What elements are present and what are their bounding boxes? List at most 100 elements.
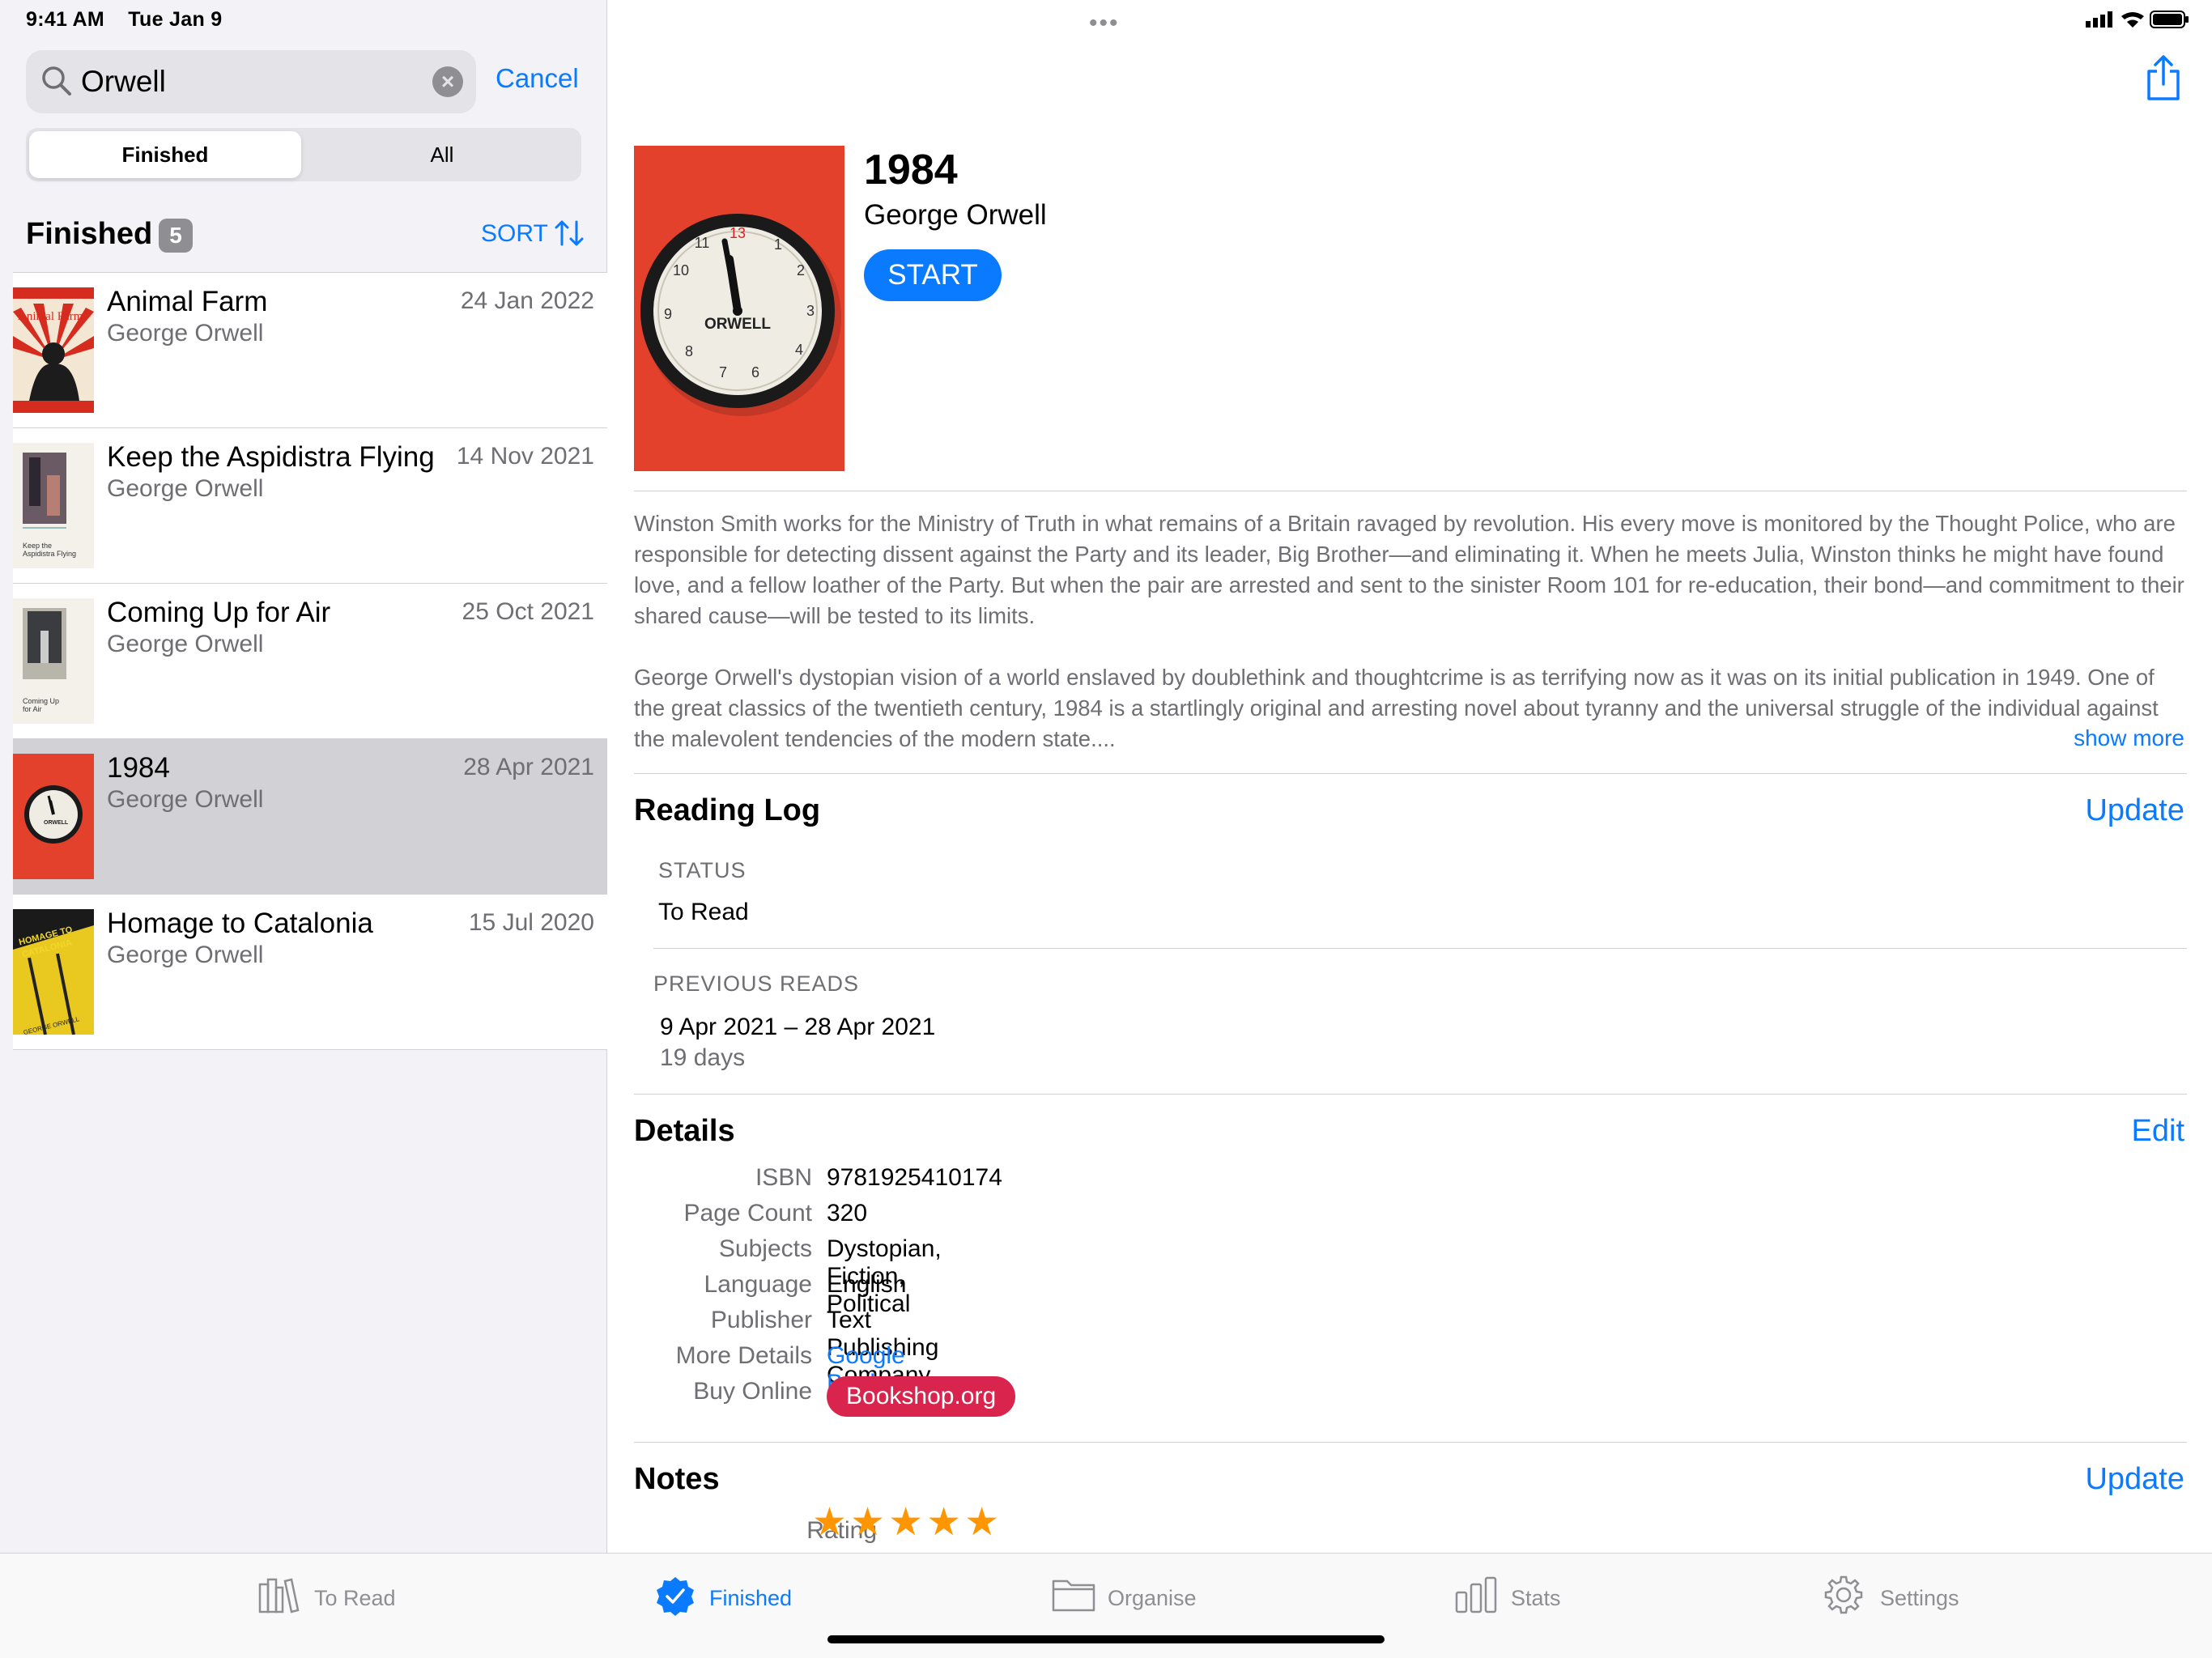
book-description: Winston Smith works for the Ministry of …: [634, 508, 2189, 785]
segment-all[interactable]: All: [306, 131, 578, 178]
tab-label: Settings: [1880, 1586, 1959, 1610]
divider: [634, 1442, 2187, 1443]
publisher-label: Publisher: [710, 1307, 812, 1333]
share-icon[interactable]: [2144, 53, 2183, 102]
book-cover: HOMAGE TO CATALONIA GEORGE ORWELL: [13, 909, 94, 1035]
cover-author-text: ORWELL: [704, 316, 771, 333]
home-indicator: [827, 1635, 1385, 1643]
book-date: 25 Oct 2021: [462, 598, 594, 625]
sort-button[interactable]: SORT: [481, 220, 584, 248]
book-date: 24 Jan 2022: [460, 287, 594, 314]
previous-read-days: 19 days: [660, 1044, 746, 1071]
list-item-selected[interactable]: ORWELL 1984 George Orwell 28 Apr 2021: [13, 739, 607, 895]
details-edit-button[interactable]: Edit: [2132, 1114, 2184, 1149]
count-badge: 5: [159, 219, 193, 253]
book-cover-large: 13 12 3 4 6 7 8 9 10 11 ORWELL: [634, 146, 844, 471]
book-date: 14 Nov 2021: [456, 443, 594, 470]
isbn-value: 9781925410174: [827, 1164, 1002, 1191]
page-count-label: Page Count: [683, 1200, 812, 1226]
book-date: 28 Apr 2021: [463, 754, 594, 780]
segment-finished[interactable]: Finished: [29, 131, 301, 178]
svg-text:8: 8: [685, 343, 693, 359]
checkmark-seal-icon: [657, 1577, 694, 1616]
book-author: George Orwell: [107, 475, 264, 502]
clock-cover-art: 13 12 3 4 6 7 8 9 10 11: [634, 146, 844, 471]
book-author: George Orwell: [107, 942, 264, 968]
notes-heading: Notes: [634, 1462, 720, 1496]
rating-stars: ★★★★★: [812, 1501, 1003, 1544]
wifi-icon: [2121, 12, 2144, 28]
details-heading: Details: [634, 1114, 735, 1148]
reading-log-heading: Reading Log: [634, 793, 821, 827]
divider: [634, 773, 2187, 774]
subjects-label: Subjects: [718, 1235, 812, 1262]
book-author: George Orwell: [107, 631, 264, 657]
svg-text:Coming Up: Coming Up: [23, 697, 59, 705]
tab-label: Finished: [709, 1586, 793, 1610]
show-more-link[interactable]: show more: [2074, 725, 2184, 751]
notes-update-button[interactable]: Update: [2085, 1462, 2184, 1497]
list-title: Finished: [26, 217, 153, 251]
status-time: 9:41 AM: [26, 8, 105, 31]
svg-text:10: 10: [673, 262, 689, 278]
multitasking-dots-icon[interactable]: •••: [1089, 10, 1120, 37]
book-author: George Orwell: [864, 199, 1047, 231]
tab-label: To Read: [314, 1586, 396, 1610]
book-author: George Orwell: [107, 320, 264, 346]
reading-log-update-button[interactable]: Update: [2085, 793, 2184, 828]
page-count-value: 320: [827, 1200, 868, 1226]
svg-text:2: 2: [797, 262, 805, 278]
book-cover: Coming Up for Air: [13, 598, 94, 724]
book-title: Animal Farm: [107, 286, 268, 317]
book-title: Keep the Aspidistra Flying: [107, 441, 435, 473]
gear-icon: [1824, 1575, 1863, 1614]
books-icon: [258, 1578, 300, 1613]
previous-reads-caption: PREVIOUS READS: [653, 971, 860, 996]
more-details-label: More Details: [675, 1342, 812, 1369]
tab-label: Organise: [1108, 1586, 1197, 1610]
list-item[interactable]: Coming Up for Air Coming Up for Air Geor…: [13, 584, 607, 739]
bar-chart-icon: [1455, 1576, 1497, 1613]
language-value: English: [827, 1271, 907, 1298]
search-icon: [42, 66, 71, 96]
book-cover: Animal Farm: [13, 287, 94, 413]
book-date: 15 Jul 2020: [468, 909, 594, 936]
start-button[interactable]: START: [864, 249, 1002, 301]
book-cover: ORWELL: [13, 754, 94, 879]
status-value: To Read: [658, 899, 749, 925]
language-label: Language: [704, 1271, 812, 1298]
book-list: Animal Farm Animal Farm George Orwell 24…: [13, 272, 607, 1050]
status-icons: [2086, 11, 2189, 28]
search-input[interactable]: Orwell: [81, 65, 166, 99]
status-bar-time: 9:41 AM Tue Jan 9: [26, 8, 240, 32]
book-title: 1984: [107, 752, 170, 784]
sort-label: SORT: [481, 220, 548, 247]
svg-text:4: 4: [795, 342, 803, 358]
svg-text:Aspidistra Flying: Aspidistra Flying: [23, 550, 76, 558]
svg-text:Keep the: Keep the: [23, 542, 52, 550]
svg-text:9: 9: [664, 306, 672, 322]
isbn-label: ISBN: [755, 1164, 812, 1191]
clear-search-icon[interactable]: ×: [432, 66, 463, 97]
svg-text:6: 6: [751, 364, 759, 380]
book-title: Coming Up for Air: [107, 597, 331, 628]
svg-text:11: 11: [695, 235, 710, 251]
sort-arrows-icon: [555, 220, 584, 246]
book-title: Homage to Catalonia: [107, 908, 373, 939]
book-detail: ••• 13 12 34 67 89 10 11 ORWELL 1984 Geo…: [608, 0, 2212, 1553]
svg-text:13: 13: [730, 225, 746, 241]
description-paragraph: George Orwell's dystopian vision of a wo…: [634, 665, 2159, 751]
list-item[interactable]: Keep the Aspidistra Flying Keep the Aspi…: [13, 428, 607, 584]
description-paragraph: Winston Smith works for the Ministry of …: [634, 511, 2184, 628]
svg-text:for Air: for Air: [23, 705, 42, 713]
sidebar: 9:41 AM Tue Jan 9 Orwell × Cancel Finish…: [0, 0, 607, 1553]
list-item[interactable]: Animal Farm Animal Farm George Orwell 24…: [13, 273, 607, 428]
bookshop-button[interactable]: Bookshop.org: [827, 1376, 1016, 1417]
cancel-button[interactable]: Cancel: [496, 63, 579, 94]
svg-text:ORWELL: ORWELL: [44, 820, 69, 826]
divider: [653, 948, 2187, 949]
tab-label: Stats: [1511, 1586, 1561, 1610]
list-item[interactable]: HOMAGE TO CATALONIA GEORGE ORWELL Homage…: [13, 895, 607, 1050]
book-title: 1984: [864, 147, 958, 193]
search-field[interactable]: Orwell ×: [26, 50, 476, 113]
